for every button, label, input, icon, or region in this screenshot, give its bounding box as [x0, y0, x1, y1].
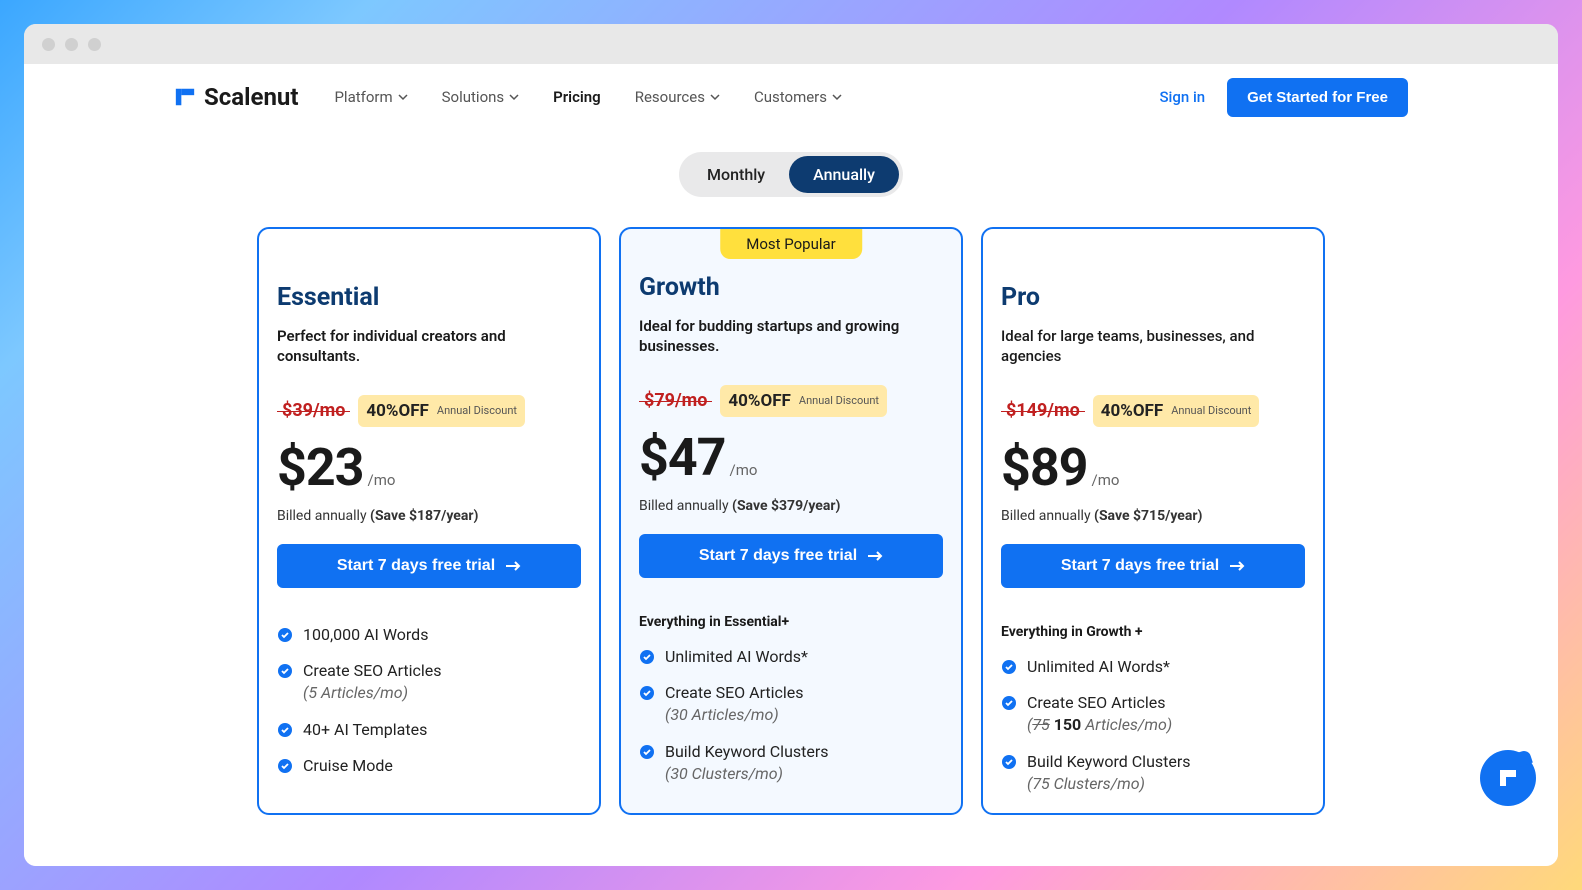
feature-item: Unlimited AI Words*: [1001, 656, 1305, 678]
check-circle-icon: [277, 758, 293, 774]
feature-item: Cruise Mode: [277, 755, 581, 777]
start-trial-button[interactable]: Start 7 days free trial: [277, 544, 581, 588]
feature-item: Build Keyword Clusters (75 Clusters/mo): [1001, 751, 1305, 796]
feature-item: Create SEO Articles (30 Articles/mo): [639, 682, 943, 727]
chevron-down-icon: [832, 92, 842, 102]
plan-growth: Most Popular Growth Ideal for budding st…: [619, 227, 963, 815]
plan-desc: Ideal for large teams, businesses, and a…: [1001, 326, 1305, 367]
plan-pro: Pro Ideal for large teams, businesses, a…: [981, 227, 1325, 815]
big-price: $89 /mo: [1001, 437, 1305, 498]
check-circle-icon: [277, 722, 293, 738]
get-started-button[interactable]: Get Started for Free: [1227, 78, 1408, 117]
discount-badge: 40%OFF Annual Discount: [720, 385, 887, 417]
browser-header: [24, 24, 1558, 64]
toggle-monthly[interactable]: Monthly: [683, 156, 789, 193]
billed-text: Billed annually (Save $379/year): [639, 498, 943, 514]
original-price: $79/mo: [639, 387, 712, 414]
everything-label: Everything in Essential+: [639, 614, 943, 630]
chat-widget-button[interactable]: [1480, 750, 1536, 806]
billing-toggle: Monthly Annually: [174, 152, 1408, 197]
original-price: $149/mo: [1001, 397, 1085, 424]
popular-badge: Most Popular: [720, 229, 862, 259]
chevron-down-icon: [398, 92, 408, 102]
feature-item: Create SEO Articles (5 Articles/mo): [277, 660, 581, 705]
feature-list: 100,000 AI Words Create SEO Articles (5 …: [277, 624, 581, 778]
nav-customers[interactable]: Customers: [754, 88, 842, 106]
plan-desc: Ideal for budding startups and growing b…: [639, 316, 943, 357]
check-circle-icon: [639, 649, 655, 665]
chevron-down-icon: [710, 92, 720, 102]
nav-links: Platform Solutions Pricing Resources Cus…: [334, 88, 842, 106]
start-trial-button[interactable]: Start 7 days free trial: [1001, 544, 1305, 588]
arrow-right-icon: [505, 560, 521, 572]
feature-item: 100,000 AI Words: [277, 624, 581, 646]
nav-platform[interactable]: Platform: [334, 88, 407, 106]
check-circle-icon: [277, 663, 293, 679]
feature-list: Unlimited AI Words* Create SEO Articles …: [639, 646, 943, 786]
arrow-right-icon: [1229, 560, 1245, 572]
plan-name: Pro: [1001, 283, 1305, 312]
discount-badge: 40%OFF Annual Discount: [358, 395, 525, 427]
check-circle-icon: [639, 685, 655, 701]
feature-list: Unlimited AI Words* Create SEO Articles …: [1001, 656, 1305, 796]
everything-label: Everything in Growth +: [1001, 624, 1305, 640]
nav-right: Sign in Get Started for Free: [1159, 78, 1408, 117]
logo-icon: [1496, 766, 1520, 790]
check-circle-icon: [1001, 754, 1017, 770]
plan-desc: Perfect for individual creators and cons…: [277, 326, 581, 367]
plan-name: Essential: [277, 283, 581, 312]
chevron-down-icon: [509, 92, 519, 102]
plans-row: Essential Perfect for individual creator…: [174, 227, 1408, 815]
check-circle-icon: [1001, 695, 1017, 711]
plan-essential: Essential Perfect for individual creator…: [257, 227, 601, 815]
window-close-dot[interactable]: [42, 38, 55, 51]
price-row: $39/mo 40%OFF Annual Discount: [277, 395, 581, 427]
price-row: $149/mo 40%OFF Annual Discount: [1001, 395, 1305, 427]
original-price: $39/mo: [277, 397, 350, 424]
toggle: Monthly Annually: [679, 152, 903, 197]
brand-text: Scalenut: [204, 83, 298, 111]
feature-item: Create SEO Articles (75 150 Articles/mo): [1001, 692, 1305, 737]
billed-text: Billed annually (Save $715/year): [1001, 508, 1305, 524]
check-circle-icon: [639, 744, 655, 760]
nav-pricing[interactable]: Pricing: [553, 88, 601, 106]
logo-icon: [174, 86, 196, 108]
price-row: $79/mo 40%OFF Annual Discount: [639, 385, 943, 417]
start-trial-button[interactable]: Start 7 days free trial: [639, 534, 943, 578]
nav-resources[interactable]: Resources: [635, 88, 720, 106]
check-circle-icon: [277, 627, 293, 643]
feature-item: Unlimited AI Words*: [639, 646, 943, 668]
navbar: Scalenut Platform Solutions Pricing Reso…: [174, 64, 1408, 130]
window-min-dot[interactable]: [65, 38, 78, 51]
billed-text: Billed annually (Save $187/year): [277, 508, 581, 524]
page: Scalenut Platform Solutions Pricing Reso…: [24, 64, 1558, 866]
discount-badge: 40%OFF Annual Discount: [1093, 395, 1260, 427]
nav-solutions[interactable]: Solutions: [442, 88, 520, 106]
big-price: $23 /mo: [277, 437, 581, 498]
feature-item: 40+ AI Templates: [277, 719, 581, 741]
window-max-dot[interactable]: [88, 38, 101, 51]
feature-item: Build Keyword Clusters (30 Clusters/mo): [639, 741, 943, 786]
big-price: $47 /mo: [639, 427, 943, 488]
logo[interactable]: Scalenut: [174, 83, 298, 111]
browser-window: Scalenut Platform Solutions Pricing Reso…: [24, 24, 1558, 866]
arrow-right-icon: [867, 550, 883, 562]
check-circle-icon: [1001, 659, 1017, 675]
plan-name: Growth: [639, 273, 943, 302]
signin-link[interactable]: Sign in: [1159, 88, 1205, 106]
toggle-annually[interactable]: Annually: [789, 156, 899, 193]
